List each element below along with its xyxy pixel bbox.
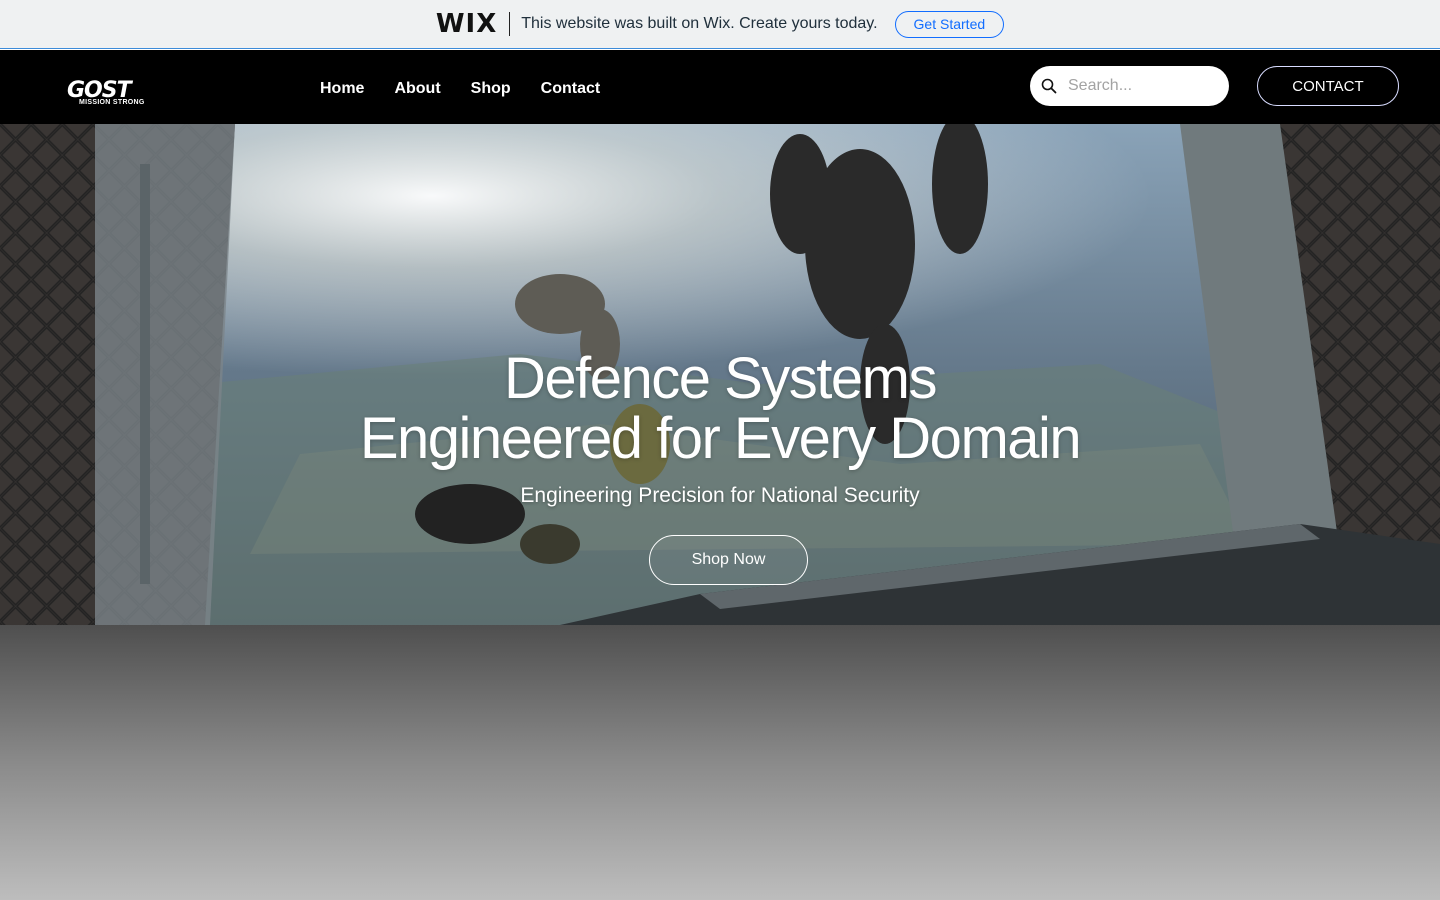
search-icon[interactable] (1040, 77, 1058, 95)
wix-divider (509, 12, 511, 36)
site-header: GOST MISSION STRONG Home About Shop Cont… (0, 50, 1440, 124)
logo-tagline: MISSION STRONG (79, 99, 145, 106)
hero-content: Defence Systems Engineered for Every Dom… (0, 349, 1440, 509)
wix-banner-message: This website was built on Wix. Create yo… (521, 15, 878, 32)
site-logo[interactable]: GOST MISSION STRONG (67, 78, 155, 110)
nav-item-contact[interactable]: Contact (541, 78, 601, 100)
hero-section: Defence Systems Engineered for Every Dom… (0, 124, 1440, 625)
hero-title-line-2: Engineered for Every Domain (359, 406, 1082, 471)
nav-item-about[interactable]: About (394, 78, 440, 100)
hero-title: Defence Systems Engineered for Every Dom… (0, 349, 1440, 469)
nav-item-home[interactable]: Home (320, 78, 364, 100)
get-started-button[interactable]: Get Started (894, 10, 1005, 38)
wix-logo[interactable]: WIX (436, 9, 497, 39)
wix-banner: WIX This website was built on Wix. Creat… (0, 0, 1440, 49)
search-box (1030, 66, 1229, 106)
lower-section-background (0, 625, 1440, 900)
hero-title-line-1: Defence Systems (503, 346, 938, 411)
main-nav: Home About Shop Contact (320, 78, 630, 100)
search-input[interactable] (1068, 77, 1218, 95)
nav-item-shop[interactable]: Shop (471, 78, 511, 100)
hero-subtitle: Engineering Precision for National Secur… (520, 484, 920, 507)
shop-now-button[interactable]: Shop Now (649, 535, 808, 585)
contact-button[interactable]: CONTACT (1257, 66, 1399, 106)
